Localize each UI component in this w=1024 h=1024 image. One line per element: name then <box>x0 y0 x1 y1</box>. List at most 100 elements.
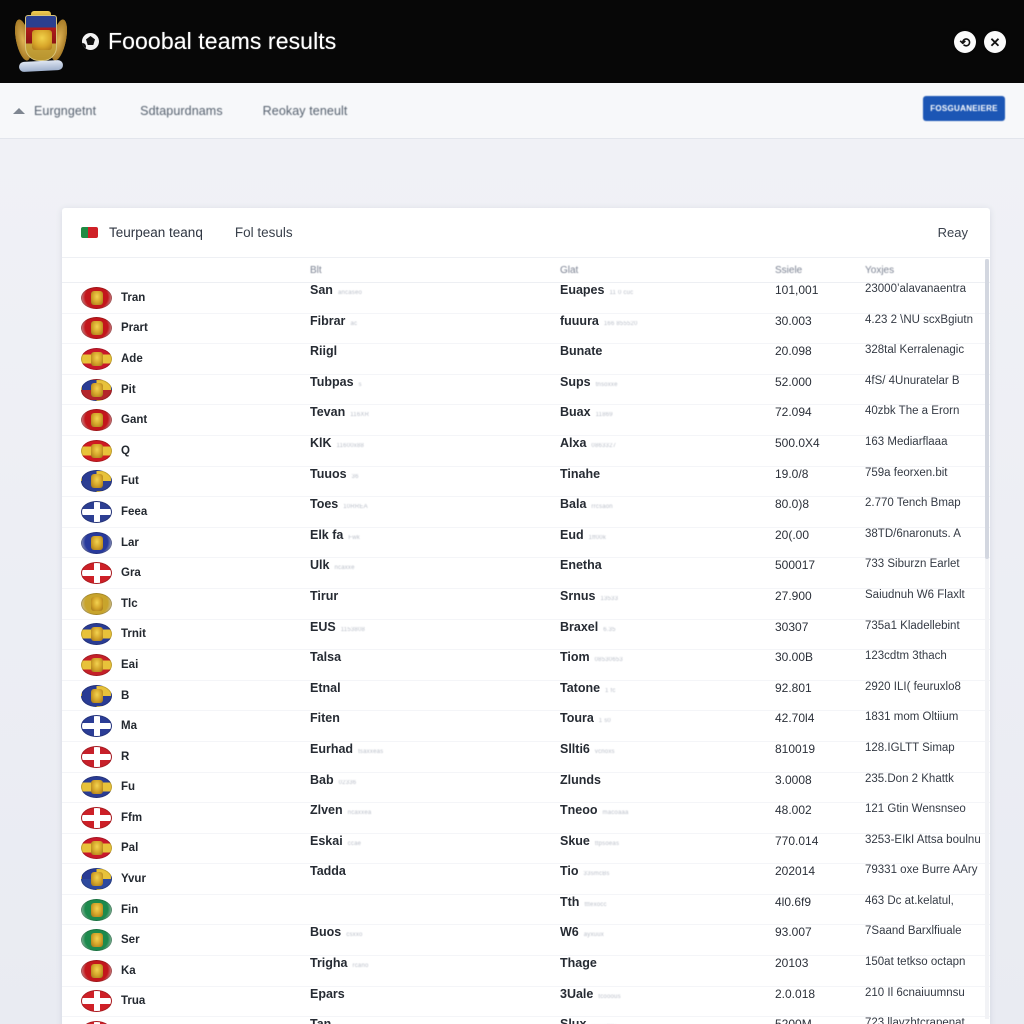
cell-ssiele-value: 48.002 <box>775 803 812 818</box>
cell-ssiele: 27.900 <box>775 588 865 620</box>
cell-ssiele-value: 3.0008 <box>775 772 812 787</box>
cell-glat: Euapes 11 0 cuc <box>560 282 775 314</box>
table-row[interactable]: Yvur Tadda Tio 33smcBs 202014 79331 oxe Burre… <box>62 863 990 895</box>
cell-yoxjes: 163 Mediarflaaa <box>865 435 990 467</box>
cell-blt: Ulk ncaxxe <box>310 557 560 589</box>
table-row[interactable]: Ser Buos csxxo W6 ayxuux 93.007 7Saand Barxlfi… <box>62 924 990 957</box>
table-row[interactable]: R Eurhad tsaxxeas Sllti6 vcnoxs 810019 128.IGL… <box>62 741 990 773</box>
cell-ssiele-value: 20103 <box>775 956 809 971</box>
column-header-yoxjes[interactable]: Yoxjes <box>865 258 990 283</box>
cell-blt: Eskai ccae <box>310 833 560 865</box>
cell-glat-value: Srnus <box>560 588 596 603</box>
nav-item-2[interactable]: Sdtapurdnams <box>140 104 223 118</box>
table-row[interactable]: Tran San ancaseo Euapes 11 0 cuc 101,001 23000… <box>62 282 990 314</box>
cell-ssiele-value: 500.0X4 <box>775 435 820 450</box>
table-row[interactable]: Gant Tevan 116XR Buax 11869 72.094 40zbk The a… <box>62 404 990 436</box>
cell-yoxjes-value: 128.IGLTT Simap <box>865 741 955 754</box>
cell-yoxjes: 38TD/6naronuts. A <box>865 527 990 559</box>
cell-blt-value: Tirur <box>310 588 339 603</box>
portugal-flag-icon <box>81 227 98 238</box>
table-row[interactable]: Eai Talsa Tiom 08530653 30.00B 123cdtm 3thach <box>62 649 990 681</box>
nav-item-3[interactable]: Reokay teneult <box>263 104 348 118</box>
chevron-up-icon[interactable] <box>13 107 25 114</box>
cell-blt: Epars <box>310 986 560 1018</box>
cell-glat-subvalue: 33smcBs <box>583 871 610 878</box>
cell-yoxjes-value: 123cdtm 3thach <box>865 650 947 663</box>
team-label: Tlc <box>121 597 138 610</box>
cell-blt-value: Riigl <box>310 344 338 359</box>
cell-blt: Elk fa Fwk <box>310 527 560 559</box>
cell-ssiele: 770.014 <box>775 833 865 865</box>
table-row[interactable]: Feea Toes 10RREA Bala rrcsaon 80.0)8 2.770 Ten… <box>62 496 990 528</box>
cell-team: Q <box>62 435 310 467</box>
cell-blt-subvalue: 11600x88 <box>336 442 365 449</box>
cell-glat-subvalue: rrcsaon <box>591 504 613 511</box>
cell-yoxjes-value: 463 Dc at.kelatul, <box>865 894 954 907</box>
team-label: Prart <box>121 322 148 335</box>
table-row[interactable]: Pal Eskai ccae Skue ttpsoeas 770.014 3253-EIkI… <box>62 833 990 865</box>
cell-glat-value: Eud <box>560 527 584 542</box>
cell-blt-value: Etnal <box>310 680 341 695</box>
table-row[interactable]: Fin Tth tttexocc 4l0.6f9 463 Dc at.kelatul, <box>62 894 990 926</box>
close-button[interactable]: ✕ <box>984 31 1006 53</box>
cell-yoxjes-value: 150at tetkso octapn <box>865 956 966 969</box>
cell-yoxjes: 735a1 Kladellebint <box>865 619 990 651</box>
cell-team: Fut <box>62 466 310 498</box>
table-row[interactable]: Ffm Zlven ncaxxea Tneoo macoaaa 48.002 121 Gti… <box>62 802 990 834</box>
cell-yoxjes: 121 Gtin Wensnseo <box>865 802 990 834</box>
cell-glat-subvalue: ayxuux <box>583 932 604 939</box>
cell-glat: Enetha <box>560 557 775 589</box>
team-crest-icon <box>81 806 112 829</box>
cell-glat-subvalue: 6.35 <box>603 626 616 633</box>
team-crest-icon <box>81 959 112 982</box>
column-header-ssiele[interactable]: Ssiele <box>775 258 865 283</box>
cell-yoxjes: 463 Dc at.kelatul, <box>865 894 990 926</box>
table-row[interactable]: Fut Tuuos 36 Tinahe 19.0/8 759a feorxen.bit <box>62 466 990 498</box>
table-row[interactable]: B Etnal Tatone 1 fc 92.801 2920 ILI( feuruxlo… <box>62 680 990 712</box>
table-row[interactable]: Q KlK 11600x88 Alxa 0863327 500.0X4 163 Mediar… <box>62 435 990 467</box>
nav-item-1[interactable]: Eurgngetnt <box>34 104 96 118</box>
table-row[interactable]: Ma Fiten Toura 1 s0 42.70l4 1831 mom Oltiium <box>62 710 990 742</box>
team-crest-icon <box>81 868 112 891</box>
restore-button[interactable]: ⟲ <box>954 31 976 53</box>
table-row[interactable]: Trnit EUS 1153808 Braxel 6.35 30307 735a1 Klad… <box>62 619 990 651</box>
cell-ssiele: 500017 <box>775 557 865 589</box>
cell-yoxjes-value: 4.23 2 \NU scxBgiutn <box>865 313 974 326</box>
cell-blt: Eurhad tsaxxeas <box>310 741 560 773</box>
cell-glat: Alxa 0863327 <box>560 435 775 467</box>
cell-glat-value: Euapes <box>560 283 605 297</box>
cell-yoxjes-value: 2.770 Tench Bmap <box>865 497 961 510</box>
table-row[interactable]: Fu Bab 02336 Zlunds 3.0008 235.Don 2 Khattk <box>62 772 990 804</box>
cell-team: Ma <box>62 710 310 742</box>
cell-blt: Tanv <box>310 1016 560 1024</box>
cell-yoxjes: 1831 mom Oltiium <box>865 710 990 742</box>
table-row[interactable]: Pit Tubpas s Sups tnsoxxe 52.000 4fS/ 4Unurate… <box>62 374 990 406</box>
primary-action-button[interactable]: FOSGUANEIERE <box>923 96 1005 121</box>
table-row[interactable]: Ka Trigha rcano Thage 20103 150at tetkso octa… <box>62 955 990 987</box>
table-row[interactable]: Tlc Tirur Srnus 13533 27.900 Saiudnuh W6 Flax… <box>62 588 990 620</box>
table-row[interactable]: Ade Riigl Bunate 20.098 328tal Kerralenagic <box>62 343 990 375</box>
column-header-blt[interactable]: Blt <box>310 258 560 283</box>
page-body: Teurpean teanq Fol tesuls Reay Blt Glat … <box>0 139 1024 1024</box>
cell-team: Tran <box>62 282 310 314</box>
cell-blt-subvalue: 36 <box>351 473 359 480</box>
vertical-scrollbar[interactable] <box>985 259 989 1019</box>
table-row[interactable]: Prart Fibrar ac fuuura 166 855520 30.003 4.23 … <box>62 313 990 345</box>
cell-yoxjes-value: 4fS/ 4Unuratelar B <box>865 374 960 387</box>
table-row[interactable]: Gra Ulk ncaxxe Enetha 500017 733 Siburzn Earl… <box>62 557 990 589</box>
cell-yoxjes-value: 2920 ILI( feuruxlo8 <box>865 680 961 693</box>
cell-ssiele-value: 19.0/8 <box>775 466 809 481</box>
cell-glat: Braxel 6.35 <box>560 619 775 651</box>
column-header-team[interactable] <box>62 258 310 283</box>
scrollbar-thumb[interactable] <box>985 259 989 559</box>
cell-ssiele: 92.801 <box>775 680 865 712</box>
table-row[interactable]: SpTanvSluxinvunfttts5200M 723 llavzhtcrap… <box>62 1016 990 1024</box>
cell-glat: Tneoo macoaaa <box>560 802 775 834</box>
team-crest-icon <box>81 837 112 860</box>
cell-yoxjes-value: 3253-EIkI Attsa boulnu <box>865 833 981 846</box>
table-row[interactable]: Lar Elk fa Fwk Eud 1ff00k 20(.00 38TD/6naronut… <box>62 527 990 559</box>
table-row[interactable]: Trua Epars 3Uale tcooous 2.0.018 210 Il 6cnai… <box>62 986 990 1018</box>
cell-blt-value: KlK <box>310 435 332 450</box>
cell-ssiele-value: 202014 <box>775 864 816 879</box>
column-header-glat[interactable]: Glat <box>560 258 775 283</box>
